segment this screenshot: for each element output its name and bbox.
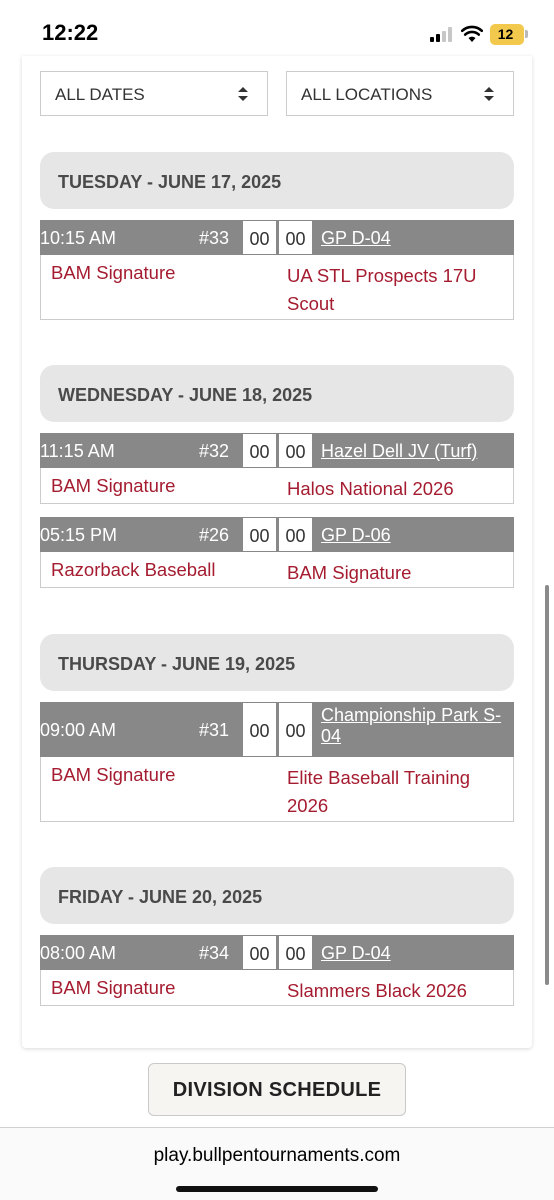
team-away[interactable]: Halos National 2026	[287, 475, 502, 503]
day-header-thursday: THURSDAY - JUNE 19, 2025	[40, 634, 514, 691]
game-time: 05:15 PM	[40, 525, 118, 545]
game-teams: Razorback Baseball BAM Signature	[40, 552, 514, 588]
battery-level: 12	[497, 26, 514, 42]
game-header: 08:00 AM #34 00 00 GP D-04	[40, 935, 514, 970]
team-home[interactable]: BAM Signature	[51, 977, 175, 999]
wifi-icon	[461, 25, 483, 42]
day-header-friday: FRIDAY - JUNE 20, 2025	[40, 867, 514, 924]
game-teams: BAM Signature Halos National 2026	[40, 468, 514, 504]
cellular-signal-icon	[430, 27, 456, 42]
team-home[interactable]: BAM Signature	[51, 764, 175, 786]
score-away: 00	[278, 220, 313, 255]
score-home: 00	[242, 433, 277, 468]
locations-filter-select[interactable]: ALL LOCATIONS	[286, 71, 514, 116]
location-link[interactable]: GP D-06	[321, 525, 391, 546]
select-arrows-icon	[238, 87, 248, 101]
team-away[interactable]: Elite Baseball Training 2026	[287, 764, 502, 820]
game-time: 08:00 AM	[40, 943, 117, 963]
select-arrows-icon	[484, 87, 494, 101]
score-away: 00	[278, 702, 313, 757]
scrollbar[interactable]	[545, 585, 549, 985]
game-time: 09:00 AM	[40, 720, 117, 740]
team-home[interactable]: BAM Signature	[51, 262, 175, 284]
game-row: 09:00 AM #31 00 00 Championship Park S-0…	[40, 702, 514, 822]
team-away[interactable]: UA STL Prospects 17U Scout	[287, 262, 502, 318]
game-number: #34	[198, 943, 229, 963]
game-number: #33	[198, 228, 229, 248]
game-row: 10:15 AM #33 00 00 GP D-04 BAM Signature…	[40, 220, 514, 320]
team-away[interactable]: BAM Signature	[287, 559, 502, 587]
game-row: 11:15 AM #32 00 00 Hazel Dell JV (Turf) …	[40, 433, 514, 504]
status-time: 12:22	[42, 20, 99, 45]
location-link[interactable]: Championship Park S-04	[321, 705, 506, 747]
url-text: play.bullpentournaments.com	[153, 1145, 401, 1166]
day-header-tuesday: TUESDAY - JUNE 17, 2025	[40, 152, 514, 209]
game-teams: BAM Signature UA STL Prospects 17U Scout	[40, 255, 514, 320]
score-away: 00	[278, 433, 313, 468]
battery-icon: 12	[490, 24, 528, 45]
game-time: 10:15 AM	[40, 228, 117, 248]
team-away[interactable]: Slammers Black 2026	[287, 977, 502, 1005]
game-time: 11:15 AM	[40, 441, 115, 461]
game-number: #32	[198, 441, 229, 461]
dates-filter-select[interactable]: ALL DATES	[40, 71, 268, 116]
division-schedule-button[interactable]: DIVISION SCHEDULE	[148, 1063, 406, 1116]
score-home: 00	[242, 935, 277, 970]
game-row: 08:00 AM #34 00 00 GP D-04 BAM Signature…	[40, 935, 514, 1006]
game-teams: BAM Signature Slammers Black 2026	[40, 970, 514, 1006]
score-home: 00	[242, 702, 277, 757]
score-home: 00	[242, 517, 277, 552]
game-header: 09:00 AM #31 00 00 Championship Park S-0…	[40, 702, 514, 757]
score-away: 00	[278, 517, 313, 552]
game-header: 11:15 AM #32 00 00 Hazel Dell JV (Turf)	[40, 433, 514, 468]
locations-filter-label: ALL LOCATIONS	[301, 85, 433, 104]
game-header: 10:15 AM #33 00 00 GP D-04	[40, 220, 514, 255]
game-header: 05:15 PM #26 00 00 GP D-06	[40, 517, 514, 552]
team-home[interactable]: Razorback Baseball	[51, 559, 216, 581]
game-number: #31	[198, 720, 229, 740]
location-link[interactable]: GP D-04	[321, 228, 391, 249]
team-home[interactable]: BAM Signature	[51, 475, 175, 497]
dates-filter-label: ALL DATES	[55, 85, 145, 104]
home-indicator[interactable]	[176, 1186, 378, 1192]
score-home: 00	[242, 220, 277, 255]
location-link[interactable]: Hazel Dell JV (Turf)	[321, 441, 477, 462]
day-header-wednesday: WEDNESDAY - JUNE 18, 2025	[40, 365, 514, 422]
score-away: 00	[278, 935, 313, 970]
game-row: 05:15 PM #26 00 00 GP D-06 Razorback Bas…	[40, 517, 514, 588]
location-link[interactable]: GP D-04	[321, 943, 391, 964]
game-teams: BAM Signature Elite Baseball Training 20…	[40, 757, 514, 822]
game-number: #26	[198, 525, 229, 545]
